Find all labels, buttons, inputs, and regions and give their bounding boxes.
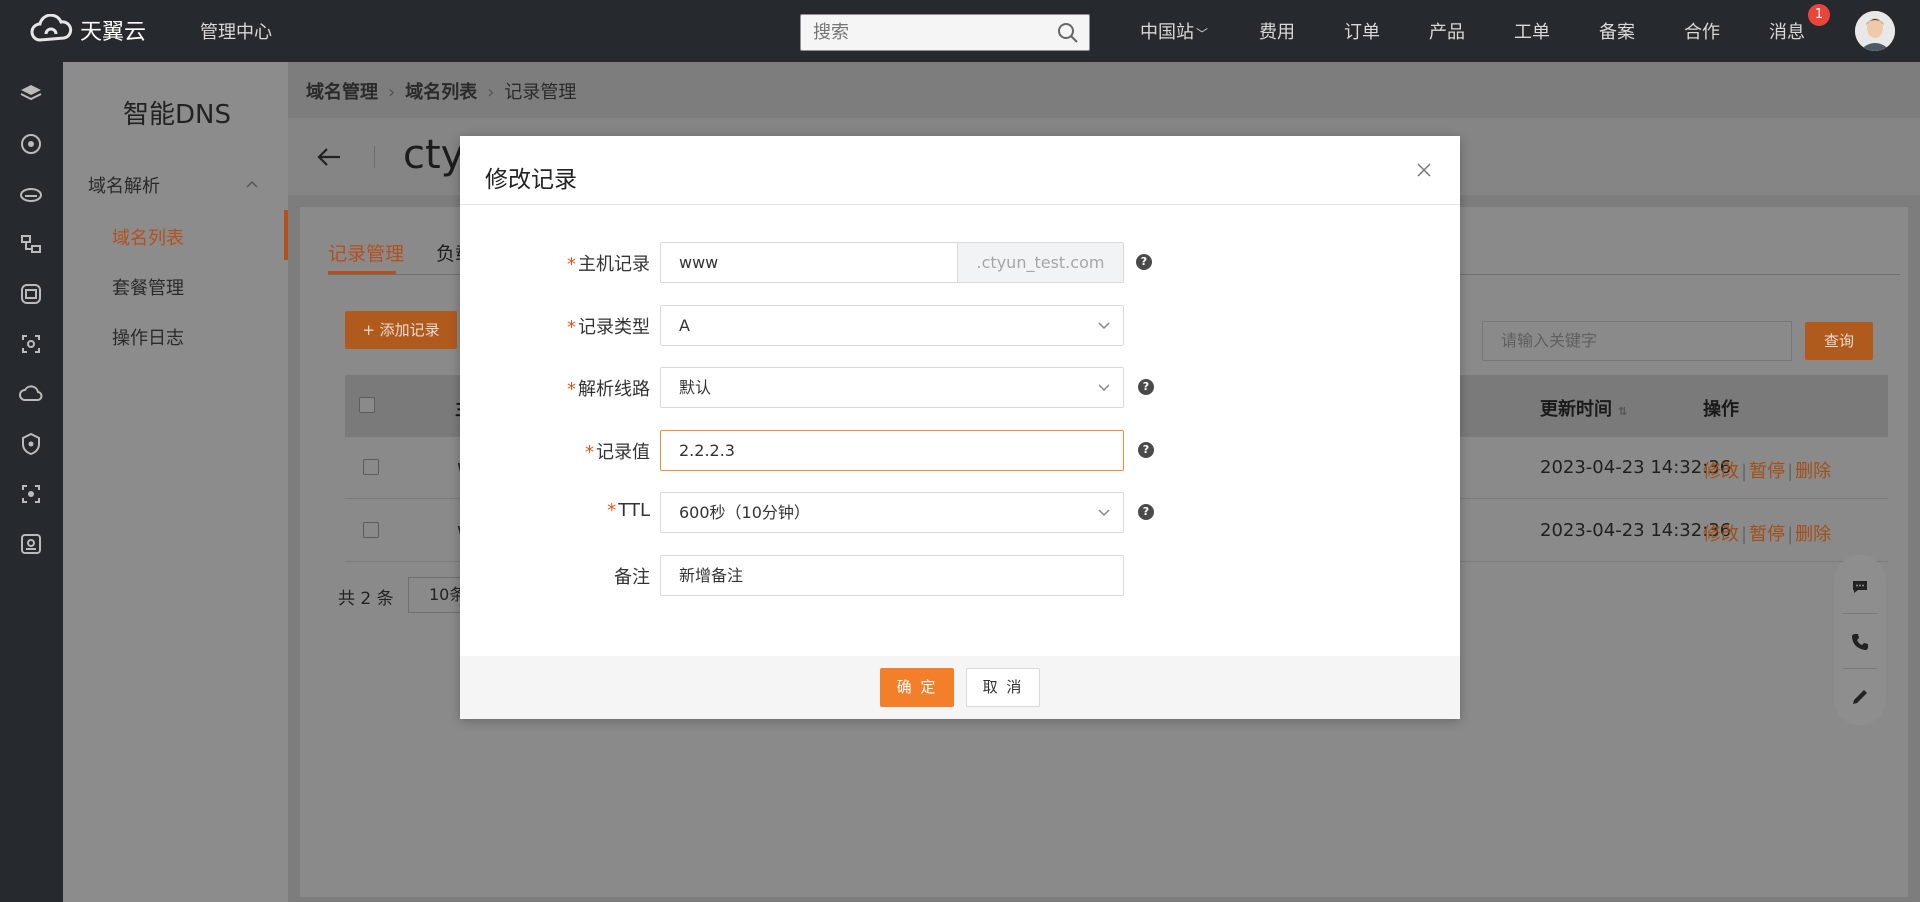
global-search[interactable] xyxy=(800,14,1090,51)
ttl-select[interactable]: 600秒（10分钟） xyxy=(660,492,1124,533)
record-value-input[interactable]: 2.2.2.3 xyxy=(660,430,1124,471)
delete-link[interactable]: 删除 xyxy=(1795,524,1831,545)
dns-sidebar: 智能DNS 域名解析 域名列表 套餐管理 操作日志 xyxy=(63,62,288,902)
row-operations: 修改 | 暂停 | 删除 xyxy=(1703,461,1832,482)
column-operations: 操作 xyxy=(1703,399,1739,420)
record-value-label: * 记录值 xyxy=(585,442,650,463)
resolution-line-label: * 解析线路 xyxy=(567,379,650,400)
chevron-down-icon: ﹀ xyxy=(1196,27,1209,41)
add-record-button[interactable]: + 添加记录 xyxy=(345,311,457,349)
floating-help-bar xyxy=(1834,555,1886,725)
query-button[interactable]: 查询 xyxy=(1805,322,1873,360)
chat-icon[interactable] xyxy=(1850,577,1870,597)
delete-link[interactable]: 删除 xyxy=(1795,461,1831,482)
pause-link[interactable]: 暂停 xyxy=(1749,461,1785,482)
nav-orders[interactable]: 订单 xyxy=(1344,18,1380,44)
modal-footer: 确 定 取 消 xyxy=(460,656,1460,719)
keyword-search-input[interactable]: 请输入关键字 xyxy=(1482,321,1792,361)
search-icon[interactable] xyxy=(1057,22,1079,44)
breadcrumb-record-management: 记录管理 xyxy=(504,82,577,103)
edit-link[interactable]: 修改 xyxy=(1703,524,1739,545)
resolution-line-select[interactable]: 默认 xyxy=(660,367,1124,408)
nav-filing[interactable]: 备案 xyxy=(1599,18,1635,44)
pagination-total: 共 2 条 xyxy=(338,589,394,609)
tab-record-management[interactable]: 记录管理 xyxy=(328,239,404,266)
logo-text: 天翼云 xyxy=(80,20,147,45)
nav-messages[interactable]: 消息 xyxy=(1769,18,1805,44)
layers-icon[interactable] xyxy=(19,82,43,106)
cancel-button[interactable]: 取 消 xyxy=(966,668,1040,707)
nav-billing[interactable]: 费用 xyxy=(1259,18,1295,44)
chevron-up-icon[interactable] xyxy=(245,177,259,191)
tianyi-logo[interactable]: 天翼云 xyxy=(28,12,158,48)
server-icon[interactable] xyxy=(19,532,43,556)
sidebar-item-domain-list[interactable]: 域名列表 xyxy=(112,224,184,250)
record-type-label: * 记录类型 xyxy=(567,317,650,338)
nav-partners[interactable]: 合作 xyxy=(1684,18,1720,44)
sidebar-title: 智能DNS xyxy=(123,100,231,130)
edit-link[interactable]: 修改 xyxy=(1703,461,1739,482)
domain-suffix: .ctyun_test.com xyxy=(957,243,1123,282)
host-record-label: * 主机记录 xyxy=(567,254,650,275)
breadcrumb-separator-icon: › xyxy=(487,82,495,103)
cloud-disk-icon[interactable] xyxy=(19,182,43,206)
sidebar-item-operation-log[interactable]: 操作日志 xyxy=(112,324,184,350)
column-updated-time[interactable]: 更新时间 ⇅ xyxy=(1540,395,1627,421)
pencil-icon[interactable] xyxy=(1850,687,1870,707)
modal-title: 修改记录 xyxy=(485,167,577,193)
resolution-line-help-icon[interactable]: ? xyxy=(1138,379,1154,395)
confirm-button[interactable]: 确 定 xyxy=(880,668,954,707)
nav-products[interactable]: 产品 xyxy=(1429,18,1465,44)
search-input[interactable] xyxy=(801,15,1041,50)
modal-header-divider xyxy=(460,204,1460,205)
avatar[interactable] xyxy=(1855,11,1895,51)
record-value-help-icon[interactable]: ? xyxy=(1138,442,1154,458)
cloud-logo-icon xyxy=(30,14,73,42)
ttl-label: * TTL xyxy=(607,500,650,521)
host-record-help-icon[interactable]: ? xyxy=(1136,254,1152,270)
top-bar: 天翼云 管理中心 中国站﹀ 费用 订单 产品 工单 备案 合作 消息 1 xyxy=(0,0,1920,62)
chevron-down-icon xyxy=(1098,509,1110,517)
row-checkbox[interactable] xyxy=(363,459,379,475)
select-all-checkbox[interactable] xyxy=(359,397,375,413)
edit-record-modal: 修改记录 * 主机记录 www .ctyun_test.com ? * 记录类型 A… xyxy=(460,136,1460,719)
close-icon[interactable] xyxy=(1416,162,1432,178)
sidebar-group-dns-resolution[interactable]: 域名解析 xyxy=(88,172,160,198)
nav-tickets[interactable]: 工单 xyxy=(1514,18,1550,44)
product-icon-nav xyxy=(0,62,63,902)
note-label: 备注 xyxy=(614,567,650,588)
header-divider xyxy=(374,146,375,168)
breadcrumb-separator-icon: › xyxy=(388,82,396,103)
breadcrumb-domain-list[interactable]: 域名列表 xyxy=(405,82,477,103)
shield-icon[interactable] xyxy=(19,432,43,456)
row-operations: 修改 | 暂停 | 删除 xyxy=(1703,524,1832,545)
sort-icon[interactable]: ⇅ xyxy=(1618,405,1627,418)
phone-icon[interactable] xyxy=(1850,632,1870,652)
scan-icon[interactable] xyxy=(19,332,43,356)
record-type-select[interactable]: A xyxy=(660,305,1124,346)
host-record-input[interactable]: www .ctyun_test.com xyxy=(660,242,1124,283)
page-size-select[interactable]: 10条 xyxy=(408,577,468,613)
breadcrumb-domain-management[interactable]: 域名管理 xyxy=(306,82,378,103)
target-scan-icon[interactable] xyxy=(19,482,43,506)
network-hub-icon[interactable] xyxy=(19,132,43,156)
message-count-badge: 1 xyxy=(1808,4,1830,26)
cloud-sync-icon[interactable] xyxy=(19,382,43,406)
user-avatar-icon xyxy=(1855,11,1895,51)
monitor-icon[interactable] xyxy=(19,282,43,306)
note-input[interactable]: 新增备注 xyxy=(660,555,1124,596)
topology-icon[interactable] xyxy=(19,232,43,256)
nav-china-site[interactable]: 中国站 ﹀ xyxy=(1140,18,1208,44)
back-arrow-icon[interactable] xyxy=(316,144,342,170)
sidebar-item-plan-management[interactable]: 套餐管理 xyxy=(112,274,184,300)
chevron-down-icon xyxy=(1098,322,1110,330)
management-center-link[interactable]: 管理中心 xyxy=(200,18,272,44)
pause-link[interactable]: 暂停 xyxy=(1749,524,1785,545)
ttl-help-icon[interactable]: ? xyxy=(1138,504,1154,520)
row-checkbox[interactable] xyxy=(363,522,379,538)
breadcrumb: 域名管理 › 域名列表 › 记录管理 xyxy=(306,78,576,104)
chevron-down-icon xyxy=(1098,384,1110,392)
